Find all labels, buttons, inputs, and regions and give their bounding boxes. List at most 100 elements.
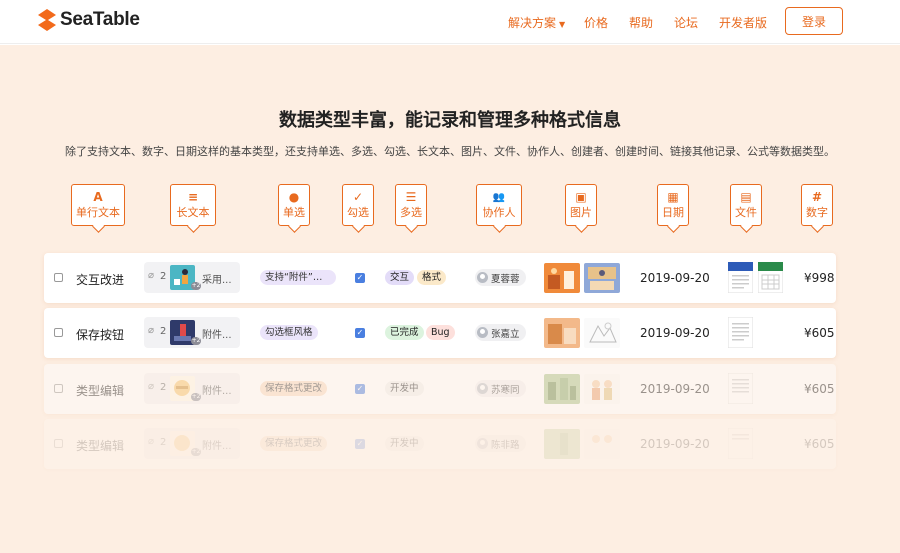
date-value: 2019-09-20 <box>640 382 710 396</box>
type-tag-file: ▤ 文件 <box>730 184 762 226</box>
attachment-cell[interactable]: ⌀ 2 +2 附件... <box>144 317 240 348</box>
type-tag-multi-select: ☰ 多选 <box>395 184 427 226</box>
table-row[interactable]: 类型编辑 ⌀ 2 +2 附件... 保存格式更改 ✓ 开发中 陈非路 2019-… <box>44 419 836 469</box>
checked-checkbox[interactable]: ✓ <box>355 439 365 449</box>
multi-select-icon: ☰ <box>405 190 417 204</box>
table-row[interactable]: 交互改进 ⌀ 2 +2 采用... 支持“附件”类... ✓ 交互 格式 夏蓉蓉… <box>44 253 836 303</box>
row-checkbox[interactable] <box>54 328 63 337</box>
type-tag-long-text: ≡ 长文本 <box>170 184 216 226</box>
image-thumbnail <box>584 374 620 404</box>
nav-forum[interactable]: 论坛 <box>674 14 698 31</box>
avatar <box>477 327 488 338</box>
checked-checkbox[interactable]: ✓ <box>355 328 365 338</box>
table-row[interactable]: 类型编辑 ⌀ 2 +2 附件... 保存格式更改 ✓ 开发中 苏寒同 2019-… <box>44 364 836 414</box>
date-value: 2019-09-20 <box>640 326 710 340</box>
avatar <box>477 272 488 283</box>
long-text-icon: ≡ <box>187 190 199 204</box>
image-thumbnail <box>544 263 580 293</box>
attachment-name: 附件... <box>202 441 232 452</box>
attachment-name: 附件... <box>202 330 232 341</box>
paperclip-icon: ⌀ <box>148 381 155 392</box>
image-icon: ▣ <box>575 190 587 204</box>
attachment-name: 附件... <box>202 386 232 397</box>
type-tag-collaborator: 👥 协作人 <box>476 184 522 226</box>
avatar <box>477 383 488 394</box>
nav-help[interactable]: 帮助 <box>629 14 653 31</box>
multi-select-option: 开发中 <box>385 381 424 396</box>
attachment-cell[interactable]: ⌀ 2 +2 采用... <box>144 262 240 293</box>
date-value: 2019-09-20 <box>640 437 710 451</box>
image-thumbnail <box>584 429 620 459</box>
checked-checkbox[interactable]: ✓ <box>355 273 365 283</box>
avatar <box>477 438 488 449</box>
image-thumbnail <box>544 318 580 348</box>
attachment-more-badge: +2 <box>191 337 201 345</box>
type-tag-number: # 数字 <box>801 184 833 226</box>
number-value: ¥605 <box>804 382 835 396</box>
collaborator-chip: 苏寒同 <box>475 380 526 397</box>
hash-icon: # <box>811 190 823 204</box>
attachment-more-badge: +2 <box>191 393 201 401</box>
seatable-logo-icon <box>38 9 56 31</box>
attachment-count: 2 <box>160 271 167 282</box>
type-tag-date: ▦ 日期 <box>657 184 689 226</box>
nav-developer[interactable]: 开发者版 <box>719 14 767 31</box>
document-file-icon <box>728 262 753 293</box>
row-checkbox[interactable] <box>54 273 63 282</box>
logo-text: SeaTable <box>60 9 140 30</box>
collaborator-chip: 陈非路 <box>475 435 526 452</box>
logo[interactable]: SeaTable <box>38 9 140 31</box>
paperclip-icon: ⌀ <box>148 270 155 281</box>
document-file-icon <box>728 373 753 404</box>
number-value: ¥605 <box>804 437 835 451</box>
long-text-value: 保存格式更改 <box>260 436 328 451</box>
attachment-name: 采用... <box>202 275 232 286</box>
checkbox-icon: ✓ <box>352 190 364 204</box>
document-file-icon <box>728 317 753 348</box>
image-thumbnail <box>544 429 580 459</box>
calendar-icon: ▦ <box>667 190 679 204</box>
row-checkbox[interactable] <box>54 439 63 448</box>
image-thumbnail <box>584 263 620 293</box>
chevron-down-icon: ▼ <box>559 20 566 29</box>
multi-select-option: Bug <box>426 325 455 340</box>
multi-select-option: 交互 <box>385 270 415 285</box>
long-text-value: 支持“附件”类... <box>260 270 336 285</box>
text-icon: A <box>93 190 103 204</box>
row-title: 类型编辑 <box>76 439 125 453</box>
attachment-more-badge: +2 <box>191 282 201 290</box>
row-checkbox[interactable] <box>54 384 63 393</box>
attachment-cell[interactable]: ⌀ 2 +2 附件... <box>144 373 240 404</box>
attachment-count: 2 <box>160 326 167 337</box>
section-title: 数据类型丰富，能记录和管理多种格式信息 <box>279 110 621 131</box>
attachment-count: 2 <box>160 382 167 393</box>
long-text-value: 勾选框风格 <box>260 325 318 340</box>
number-value: ¥998 <box>804 271 835 285</box>
collaborator-icon: 👥 <box>492 192 506 203</box>
image-thumbnail <box>584 318 620 348</box>
number-value: ¥605 <box>804 326 835 340</box>
long-text-value: 保存格式更改 <box>260 381 328 396</box>
login-button[interactable]: 登录 <box>785 7 843 35</box>
type-tag-checkbox: ✓ 勾选 <box>342 184 374 226</box>
nav-pricing[interactable]: 价格 <box>584 14 608 31</box>
row-title: 交互改进 <box>76 273 125 287</box>
attachment-count: 2 <box>160 437 167 448</box>
attachment-cell[interactable]: ⌀ 2 +2 附件... <box>144 428 240 459</box>
section-subtitle: 除了支持文本、数字、日期这样的基本类型，还支持单选、多选、勾选、长文本、图片、文… <box>65 145 835 158</box>
paperclip-icon: ⌀ <box>148 325 155 336</box>
checked-checkbox[interactable]: ✓ <box>355 384 365 394</box>
file-icon: ▤ <box>740 190 752 204</box>
collaborator-chip: 夏蓉蓉 <box>475 269 526 286</box>
collaborator-chip: 张嘉立 <box>475 324 526 341</box>
multi-select-option: 开发中 <box>385 436 424 451</box>
nav-solutions[interactable]: 解决方案 ▼ <box>508 14 565 31</box>
type-tag-image: ▣ 图片 <box>565 184 597 226</box>
attachment-more-badge: +2 <box>191 448 201 456</box>
image-thumbnail <box>544 374 580 404</box>
row-title: 保存按钮 <box>76 328 125 342</box>
multi-select-option: 已完成 <box>385 325 424 340</box>
table-row[interactable]: 保存按钮 ⌀ 2 +2 附件... 勾选框风格 ✓ 已完成 Bug 张嘉立 20… <box>44 308 836 358</box>
top-header: SeaTable 解决方案 ▼ 价格 帮助 论坛 开发者版 登录 <box>0 0 900 44</box>
single-select-icon: ● <box>288 190 300 204</box>
